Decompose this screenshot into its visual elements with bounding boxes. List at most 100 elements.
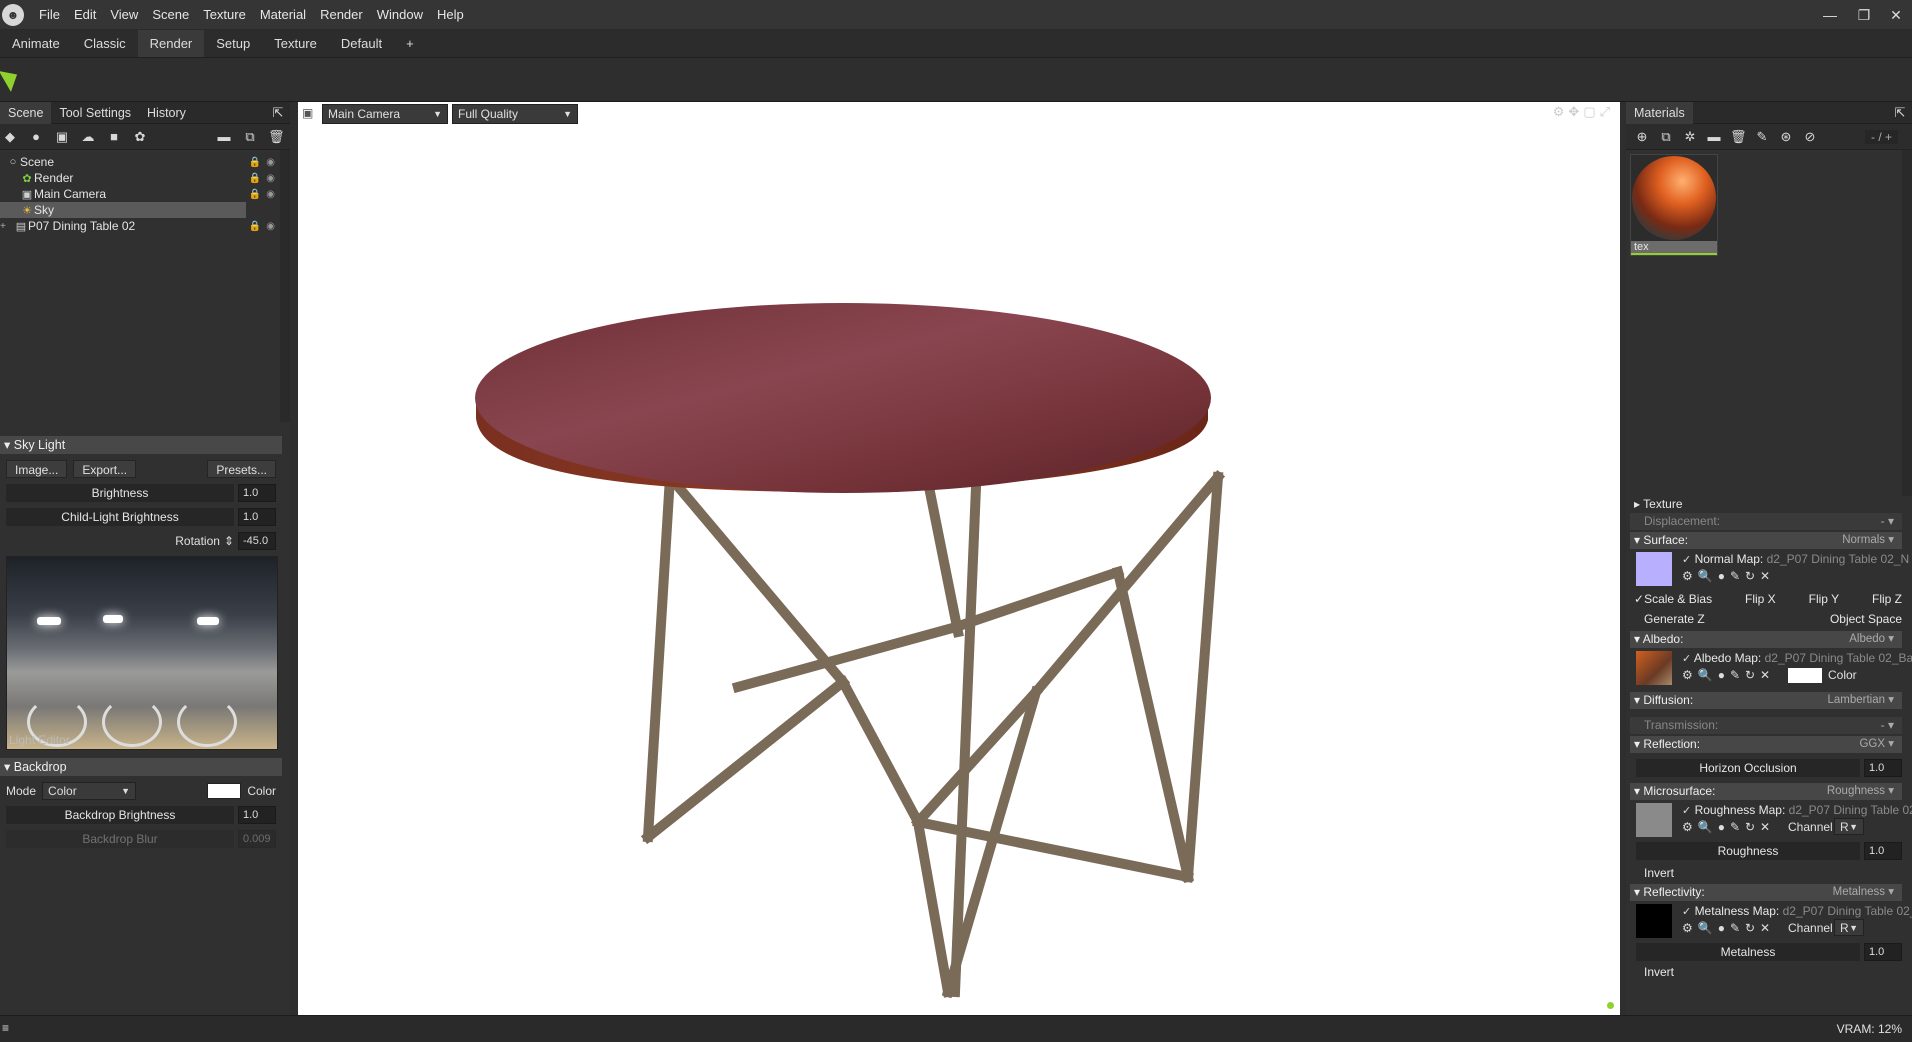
add-material-icon[interactable]: ✿ (132, 129, 148, 145)
add-sky-icon[interactable]: ☁ (80, 129, 96, 145)
pick-material-icon[interactable]: ✎ (1754, 129, 1770, 145)
normal-map-file[interactable]: d2_P07 Dining Table 02_N (1767, 552, 1910, 566)
tab-materials[interactable]: Materials (1626, 101, 1693, 124)
trash-icon[interactable]: 🗑 (268, 129, 285, 145)
menu-render[interactable]: Render (313, 0, 370, 30)
tab-scene[interactable]: Scene (0, 101, 52, 124)
lock-visibility-icon[interactable]: 🔒◉ (249, 221, 280, 232)
brightness-slider[interactable]: Brightness (6, 484, 234, 502)
library-scrollbar[interactable] (1902, 150, 1912, 496)
trash-icon[interactable]: 🗑 (1730, 129, 1747, 145)
metalness-invert-checkbox[interactable]: Invert (1630, 965, 1902, 979)
mode-dropdown[interactable]: Color ▼ (42, 782, 137, 800)
backdrop-brightness-slider[interactable]: Backdrop Brightness (6, 806, 234, 824)
menu-help[interactable]: Help (430, 0, 471, 30)
lock-visibility-icon[interactable]: 🔒◉ (249, 157, 280, 168)
scale-bias-checkbox[interactable]: ✓Scale & Bias (1634, 589, 1712, 609)
presets-button[interactable]: Presets... (207, 460, 276, 478)
lock-visibility-icon[interactable]: 🔒◉ (249, 189, 280, 200)
backdrop-header[interactable]: ▾ Backdrop (0, 758, 282, 776)
tab-classic[interactable]: Classic (72, 30, 138, 57)
map-tools-icons[interactable]: ⚙🔍●✎↻✕ (1682, 569, 1775, 583)
diffusion-section-header[interactable]: ▾ Diffusion: Lambertian ▾ (1630, 692, 1902, 709)
tab-render[interactable]: Render (137, 30, 205, 57)
menu-edit[interactable]: Edit (67, 0, 103, 30)
scene-scrollbar[interactable] (280, 150, 290, 422)
backdrop-blur-slider[interactable]: Backdrop Blur (6, 830, 234, 848)
tab-setup[interactable]: Setup (204, 30, 262, 57)
brightness-value[interactable]: 1.0 (238, 484, 276, 502)
metalness-slider[interactable]: Metalness (1636, 943, 1860, 961)
minimize-button[interactable]: — (1812, 0, 1848, 30)
sky-light-header[interactable]: ▾ Sky Light (0, 436, 282, 454)
menu-material[interactable]: Material (253, 0, 313, 30)
backdrop-brightness-value[interactable]: 1.0 (238, 806, 276, 824)
maximize-button[interactable]: ❐ (1846, 0, 1882, 30)
menu-texture[interactable]: Texture (196, 0, 253, 30)
duplicate-material-icon[interactable]: ⧉ (1658, 129, 1674, 145)
microsurface-section-header[interactable]: ▾ Microsurface: Roughness ▾ (1630, 783, 1902, 800)
tree-item-main-camera[interactable]: ▣ Main Camera 🔒◉ (0, 186, 290, 202)
tab-history[interactable]: History (139, 102, 194, 124)
rotation-value[interactable]: -45.0 (238, 532, 276, 550)
menu-icon[interactable]: ≡ (2, 1021, 9, 1035)
add-object-icon[interactable]: ◆ (2, 129, 18, 145)
tree-item-sky[interactable]: ☀ Sky (0, 202, 246, 218)
tree-item-dining-table[interactable]: + ▤ P07 Dining Table 02 🔒◉ (0, 218, 290, 234)
reflection-section-header[interactable]: ▾ Reflection: GGX ▾ (1630, 736, 1902, 753)
add-camera-icon[interactable]: ▣ (54, 129, 70, 145)
horizon-occlusion-value[interactable]: 1.0 (1864, 759, 1902, 777)
image-button[interactable]: Image... (6, 460, 68, 478)
tree-item-scene[interactable]: ○ Scene 🔒◉ (0, 154, 290, 170)
viewport[interactable]: ▣ Main Camera ▼ Full Quality ▼ ⚙✥▢⤢ (298, 102, 1620, 1015)
map-tools-icons[interactable]: ⚙🔍●✎↻✕ (1682, 668, 1775, 682)
child-light-brightness-slider[interactable]: Child-Light Brightness (6, 508, 234, 526)
displacement-dropdown[interactable]: Displacement: - ▾ (1630, 513, 1902, 530)
backdrop-blur-value[interactable]: 0.009 (238, 830, 276, 848)
tree-item-render[interactable]: ✿ Render 🔒◉ (0, 170, 290, 186)
menu-scene[interactable]: Scene (145, 0, 196, 30)
popout-icon[interactable]: ⇱ (1892, 105, 1908, 121)
roughness-slider[interactable]: Roughness (1636, 842, 1860, 860)
albedo-map-file[interactable]: d2_P07 Dining Table 02_Ba (1765, 651, 1912, 665)
tab-tool-settings[interactable]: Tool Settings (51, 102, 139, 124)
flip-z-checkbox[interactable]: Flip Z (1872, 589, 1902, 609)
add-shape-icon[interactable]: ■ (106, 129, 122, 145)
popout-icon[interactable]: ⇱ (270, 105, 286, 121)
backdrop-color-swatch[interactable] (207, 783, 242, 799)
duplicate-icon[interactable]: ⧉ (242, 129, 258, 145)
roughness-channel-dropdown[interactable]: R ▼ (1834, 818, 1864, 835)
horizon-occlusion-slider[interactable]: Horizon Occlusion (1636, 759, 1860, 777)
roughness-value[interactable]: 1.0 (1864, 842, 1902, 860)
object-space-checkbox[interactable]: Object Space (1830, 609, 1902, 629)
flip-y-checkbox[interactable]: Flip Y (1809, 589, 1839, 609)
lock-visibility-icon[interactable]: 🔒◉ (249, 173, 280, 184)
texture-section-header[interactable]: ▸ Texture (1630, 496, 1902, 513)
map-tools-icons[interactable]: ⚙🔍●✎↻✕ (1682, 820, 1775, 834)
close-button[interactable]: ✕ (1878, 0, 1912, 30)
roughness-map-thumbnail[interactable] (1636, 803, 1672, 837)
metalness-map-file[interactable]: d2_P07 Dining Table 02_ (1783, 904, 1912, 918)
normal-map-thumbnail[interactable] (1636, 552, 1672, 586)
rotation-spinner-icon[interactable]: ⇕ (224, 534, 234, 548)
metalness-map-thumbnail[interactable] (1636, 904, 1672, 938)
albedo-section-header[interactable]: ▾ Albedo: Albedo ▾ (1630, 631, 1902, 648)
roughness-invert-checkbox[interactable]: Invert (1630, 864, 1902, 882)
tab-animate[interactable]: Animate (0, 30, 72, 57)
metalness-value[interactable]: 1.0 (1864, 943, 1902, 961)
menu-window[interactable]: Window (370, 0, 430, 30)
albedo-map-thumbnail[interactable] (1636, 651, 1672, 685)
metalness-channel-dropdown[interactable]: R ▼ (1834, 919, 1864, 936)
flip-x-checkbox[interactable]: Flip X (1745, 589, 1776, 609)
add-tab-button[interactable]: + (394, 30, 426, 57)
pattern-icon[interactable]: ✲ (1682, 129, 1698, 145)
surface-section-header[interactable]: ▾ Surface: Normals ▾ (1630, 532, 1902, 549)
reflectivity-section-header[interactable]: ▾ Reflectivity: Metalness ▾ (1630, 884, 1902, 901)
menu-file[interactable]: File (32, 0, 67, 30)
generate-z-checkbox[interactable]: Generate Z (1644, 609, 1705, 629)
clear-material-icon[interactable]: ⊘ (1802, 129, 1818, 145)
child-light-brightness-value[interactable]: 1.0 (238, 508, 276, 526)
material-counter[interactable]: - / + (1864, 129, 1898, 144)
select-tool-icon[interactable] (0, 64, 24, 92)
map-tools-icons[interactable]: ⚙🔍●✎↻✕ (1682, 921, 1775, 935)
